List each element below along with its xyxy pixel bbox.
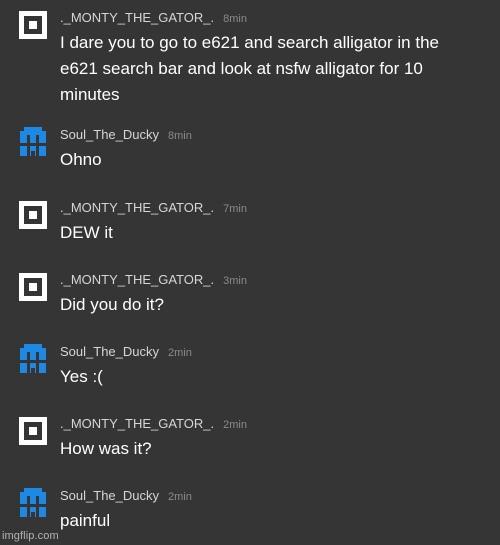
square-logo-icon[interactable] [18, 416, 48, 446]
square-logo-icon[interactable] [18, 200, 48, 230]
message-header: ._MONTY_THE_GATOR_. 8min [60, 10, 247, 27]
message-text: DEW it [60, 223, 113, 242]
username[interactable]: Soul_The_Ducky [60, 488, 159, 503]
pixel-ghost-icon[interactable] [18, 344, 48, 374]
timestamp: 2min [168, 491, 192, 503]
timestamp: 3min [223, 275, 247, 287]
timestamp: 2min [223, 419, 247, 431]
message-text: Did you do it? [60, 295, 164, 314]
message-header: Soul_The_Ducky 2min [60, 344, 192, 361]
username[interactable]: ._MONTY_THE_GATOR_. [60, 10, 214, 25]
timestamp: 7min [223, 203, 247, 215]
message-header: ._MONTY_THE_GATOR_. 3min [60, 272, 247, 289]
message-header: ._MONTY_THE_GATOR_. 7min [60, 200, 247, 217]
chat-log: ._MONTY_THE_GATOR_. 8min I dare you to go… [0, 0, 500, 545]
square-logo-icon[interactable] [18, 272, 48, 302]
watermark: imgflip.com [2, 530, 59, 542]
username[interactable]: ._MONTY_THE_GATOR_. [60, 416, 214, 431]
pixel-ghost-icon[interactable] [18, 488, 48, 518]
username[interactable]: ._MONTY_THE_GATOR_. [60, 272, 214, 287]
message-text: Yes :( [60, 367, 103, 386]
timestamp: 8min [168, 130, 192, 142]
pixel-ghost-icon[interactable] [18, 127, 48, 157]
message-header: Soul_The_Ducky 8min [60, 127, 192, 144]
timestamp: 8min [223, 13, 247, 25]
message-text: How was it? [60, 439, 152, 458]
message-header: ._MONTY_THE_GATOR_. 2min [60, 416, 247, 433]
message-text: Ohno [60, 150, 102, 169]
username[interactable]: ._MONTY_THE_GATOR_. [60, 200, 214, 215]
message-text: painful [60, 511, 111, 530]
square-logo-icon[interactable] [18, 10, 48, 40]
timestamp: 2min [168, 347, 192, 359]
username[interactable]: Soul_The_Ducky [60, 127, 159, 142]
message-text: I dare you to go to e621 and search alli… [60, 33, 439, 104]
username[interactable]: Soul_The_Ducky [60, 344, 159, 359]
message-header: Soul_The_Ducky 2min [60, 488, 192, 505]
